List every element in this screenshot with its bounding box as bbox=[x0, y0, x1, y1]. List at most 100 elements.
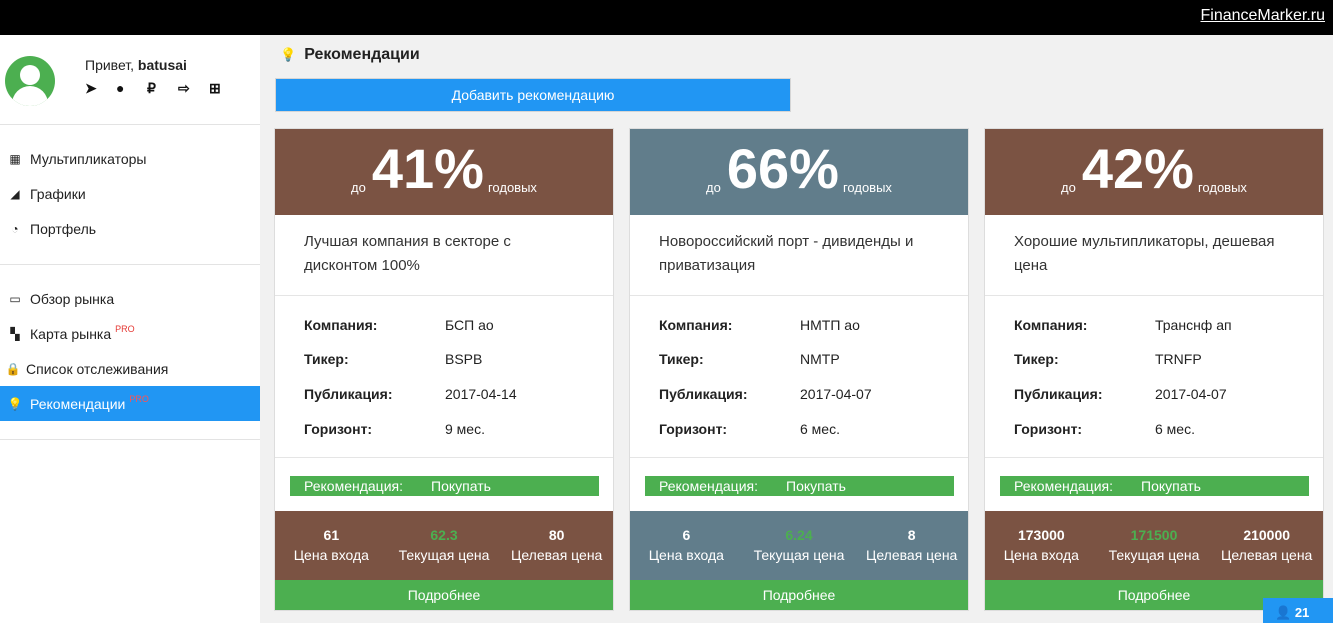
sidebar-item-label: Карта рынка bbox=[30, 325, 112, 342]
company-value: БСП ао bbox=[445, 317, 494, 333]
desktop-icon: ▭ bbox=[9, 291, 21, 306]
card-hero: до 42% годовых bbox=[985, 129, 1323, 215]
brand-link[interactable]: FinanceMarker.ru bbox=[1201, 7, 1326, 25]
current-price-label: Текущая цена bbox=[1108, 547, 1200, 563]
target-price-value: 210000 bbox=[1243, 527, 1291, 543]
plus-square-icon[interactable]: ⊞ bbox=[209, 80, 240, 97]
online-count: 21 bbox=[1294, 605, 1310, 620]
recommendation-label: Рекомендация: bbox=[1014, 478, 1113, 494]
horizon-label: Горизонт: bbox=[659, 421, 728, 437]
current-price-label: Текущая цена bbox=[753, 547, 845, 563]
divider bbox=[275, 295, 613, 296]
horizon-row: Горизонт: 6 мес. bbox=[659, 421, 840, 437]
divider bbox=[0, 264, 260, 265]
current-price-label: Текущая цена bbox=[398, 547, 490, 563]
recommendation-card: до 66% годовых Новороссийский порт - див… bbox=[629, 128, 969, 611]
company-row: Компания: НМТП ао bbox=[659, 317, 860, 333]
target-price-label: Целевая цена bbox=[866, 547, 958, 563]
greeting-text: Привет, bbox=[85, 57, 135, 73]
sidebar-item-portfolio[interactable]: ◔ Портфель bbox=[0, 211, 260, 246]
target-price: 8 Целевая цена bbox=[855, 511, 968, 580]
target-price-value: 80 bbox=[548, 527, 565, 543]
hero-suffix: годовых bbox=[1197, 180, 1247, 195]
sidebar-item-charts[interactable]: ◢ Графики bbox=[0, 176, 260, 211]
map-icon: ▚ bbox=[10, 326, 20, 341]
recommendation-bar: Рекомендация: Покупать bbox=[290, 476, 599, 496]
entry-price-value: 61 bbox=[323, 527, 340, 543]
entry-price-value: 173000 bbox=[1017, 527, 1065, 543]
price-panel: 6 Цена входа 6.24 Текущая цена 8 Целевая… bbox=[630, 511, 968, 580]
card-headline: Новороссийский порт - дивиденды и приват… bbox=[659, 233, 914, 274]
horizon-label: Горизонт: bbox=[304, 421, 373, 437]
company-label: Компания: bbox=[659, 317, 733, 333]
details-button[interactable]: Подробнее bbox=[275, 580, 613, 610]
hero-prefix: до bbox=[1061, 180, 1076, 195]
target-price-label: Целевая цена bbox=[1221, 547, 1313, 563]
page-title-text: Рекомендации bbox=[304, 46, 420, 63]
target-price: 80 Целевая цена bbox=[500, 511, 613, 580]
hero-percent: 42% bbox=[1081, 137, 1194, 200]
recommendation-bar: Рекомендация: Покупать bbox=[645, 476, 954, 496]
sidebar-item-market-overview[interactable]: ▭ Обзор рынка bbox=[0, 281, 260, 316]
user-name: batusai bbox=[137, 57, 187, 73]
publication-label: Публикация: bbox=[304, 386, 393, 402]
sidebar-item-label: Рекомендации bbox=[30, 395, 126, 412]
page-title: 💡 Рекомендации bbox=[280, 46, 420, 64]
entry-price: 173000 Цена входа bbox=[985, 511, 1098, 580]
current-price: 171500 Текущая цена bbox=[1098, 511, 1211, 580]
divider bbox=[630, 295, 968, 296]
sidebar-item-market-map[interactable]: ▚ Карта рынка PRO bbox=[0, 316, 260, 351]
paper-plane-icon[interactable]: ➤ bbox=[85, 80, 116, 97]
add-recommendation-button[interactable]: Добавить рекомендацию bbox=[275, 78, 791, 112]
sidebar-item-multiplicators[interactable]: ▦ Мультипликаторы bbox=[0, 141, 260, 176]
publication-value: 2017-04-07 bbox=[800, 386, 872, 402]
horizon-label: Горизонт: bbox=[1014, 421, 1083, 437]
divider bbox=[0, 439, 260, 440]
publication-label: Публикация: bbox=[1014, 386, 1103, 402]
company-label: Компания: bbox=[304, 317, 378, 333]
ticker-value: NMTP bbox=[800, 351, 840, 367]
details-button[interactable]: Подробнее bbox=[630, 580, 968, 610]
sidebar-item-label: Список отслеживания bbox=[26, 360, 169, 377]
entry-price: 61 Цена входа bbox=[275, 511, 388, 580]
online-users-badge[interactable]: 👤 21 bbox=[1263, 598, 1333, 623]
company-label: Компания: bbox=[1014, 317, 1088, 333]
ticker-label: Тикер: bbox=[304, 351, 349, 367]
entry-price-value: 6 bbox=[682, 527, 691, 543]
company-row: Компания: БСП ао bbox=[304, 317, 494, 333]
user-greeting: Привет, batusai bbox=[85, 57, 187, 73]
recommendation-bar: Рекомендация: Покупать bbox=[1000, 476, 1309, 496]
card-headline: Хорошие мультипликаторы, дешевая цена bbox=[1014, 233, 1275, 274]
card-headline: Лучшая компания в секторе с дисконтом 10… bbox=[304, 233, 511, 274]
user-icon: 👤 bbox=[1275, 605, 1292, 620]
company-row: Компания: Транснф ап bbox=[1014, 317, 1232, 333]
divider bbox=[985, 457, 1323, 458]
horizon-value: 6 мес. bbox=[1155, 421, 1195, 437]
recommendation-card: до 42% годовых Хорошие мультипликаторы, … bbox=[984, 128, 1324, 611]
lightbulb-icon: 💡 bbox=[7, 396, 23, 411]
hero-percent: 41% bbox=[371, 137, 484, 200]
user-actions: ➤ ● ₽ ⇨ ⊞ bbox=[85, 80, 240, 97]
entry-price-label: Цена входа bbox=[293, 547, 369, 563]
area-chart-icon: ◢ bbox=[10, 186, 20, 201]
sidebar-item-watchlist[interactable]: 🔒 Список отслеживания bbox=[0, 351, 260, 386]
current-price: 6.24 Текущая цена bbox=[743, 511, 856, 580]
user-icon[interactable]: ● bbox=[116, 80, 147, 97]
publication-label: Публикация: bbox=[659, 386, 748, 402]
horizon-row: Горизонт: 9 мес. bbox=[304, 421, 485, 437]
recommendation-label: Рекомендация: bbox=[659, 478, 758, 494]
target-price-value: 8 bbox=[907, 527, 916, 543]
target-price-label: Целевая цена bbox=[511, 547, 603, 563]
hero-suffix: годовых bbox=[842, 180, 892, 195]
sidebar-item-label: Мультипликаторы bbox=[30, 150, 147, 167]
card-hero: до 66% годовых bbox=[630, 129, 968, 215]
target-price: 210000 Целевая цена bbox=[1210, 511, 1323, 580]
avatar[interactable] bbox=[5, 56, 55, 106]
top-bar: FinanceMarker.ru bbox=[0, 0, 1333, 35]
recommendation-card: до 41% годовых Лучшая компания в секторе… bbox=[274, 128, 614, 611]
ruble-icon[interactable]: ₽ bbox=[147, 80, 178, 97]
entry-price-label: Цена входа bbox=[1003, 547, 1079, 563]
sign-out-icon[interactable]: ⇨ bbox=[178, 80, 209, 97]
avatar-body bbox=[12, 86, 48, 106]
sidebar-item-recommendations[interactable]: 💡 Рекомендации PRO bbox=[0, 386, 260, 421]
